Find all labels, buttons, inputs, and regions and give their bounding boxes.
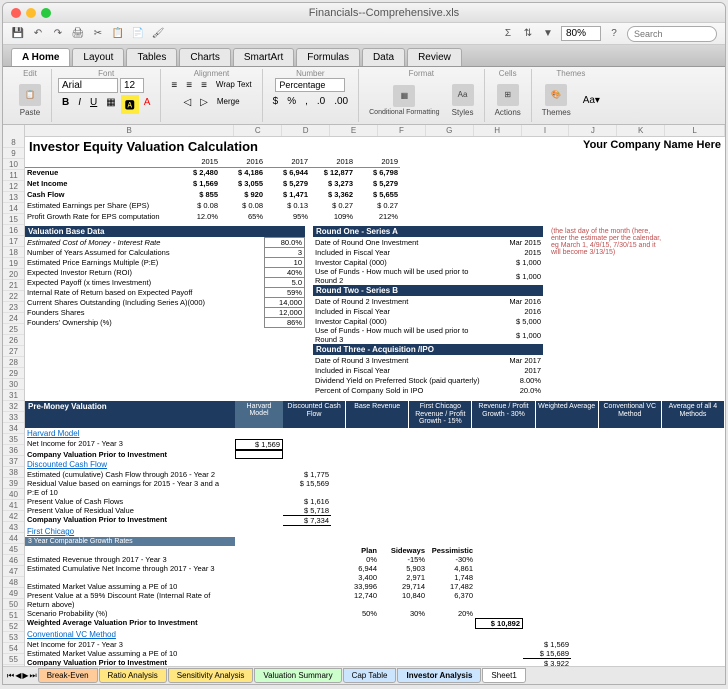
number-format-select[interactable]: Percentage	[275, 78, 345, 92]
wrap-text-button[interactable]: Wrap Text	[212, 78, 256, 93]
group-number-label: Number	[269, 69, 353, 78]
fill-color-button[interactable]: 🅰	[121, 95, 139, 114]
sheet-title: Investor Equity Valuation Calculation	[29, 139, 258, 154]
border-button[interactable]: ▦	[102, 95, 119, 114]
styles-button[interactable]: AaStyles	[448, 82, 478, 119]
close-icon[interactable]	[11, 8, 21, 18]
minimize-icon[interactable]	[26, 8, 36, 18]
group-font-label: Font	[58, 69, 154, 78]
row-headers: 8910111213141516171819202122232425262728…	[3, 125, 25, 666]
sheet-tab[interactable]: Ratio Analysis	[99, 668, 167, 683]
ribbon-tabs: A Home Layout Tables Charts SmartArt For…	[3, 45, 725, 67]
font-size-select[interactable]: 12	[120, 78, 144, 93]
r3-header: Round Three - Acquisition /IPO	[313, 344, 543, 355]
indent-left-icon[interactable]: ◁	[179, 95, 195, 110]
vbd-header: Valuation Base Data	[25, 226, 305, 237]
tab-tables[interactable]: Tables	[126, 48, 177, 66]
tab-smartart[interactable]: SmartArt	[233, 48, 294, 66]
align-right-icon[interactable]: ≡	[197, 78, 211, 93]
fc-link[interactable]: First Chicago	[25, 526, 725, 537]
align-left-icon[interactable]: ≡	[167, 78, 181, 93]
sheet-tabs: ⏮ ◀ ▶ ⏭ Break-Even Ratio Analysis Sensit…	[3, 666, 725, 684]
group-align-label: Alignment	[167, 69, 255, 78]
help-search[interactable]	[627, 26, 717, 42]
filter-icon[interactable]: ▼	[541, 27, 555, 41]
tab-nav-prev-icon[interactable]: ◀	[15, 671, 21, 680]
group-format-label: Format	[365, 69, 477, 78]
pmv-header: Pre-Money Valuation	[25, 401, 235, 428]
zoom-field[interactable]: 80%	[561, 26, 601, 41]
tab-charts[interactable]: Charts	[179, 48, 230, 66]
paste-icon[interactable]: 📄	[131, 27, 145, 41]
decimal-dec-icon[interactable]: .00	[330, 94, 352, 109]
tab-data[interactable]: Data	[362, 48, 405, 66]
ribbon: Edit 📋Paste Font Arial 12 B I U ▦ 🅰 A	[3, 67, 725, 125]
group-cells-label: Cells	[491, 69, 525, 78]
actions-button[interactable]: ⊞Actions	[491, 82, 525, 119]
comma-icon[interactable]: ,	[301, 94, 312, 109]
redo-icon[interactable]: ↷	[51, 27, 65, 41]
sheet-title-row: Investor Equity Valuation Calculation Yo…	[25, 137, 725, 156]
align-center-icon[interactable]: ≡	[182, 78, 196, 93]
column-headers: BCDEFGHIJKL	[25, 125, 725, 137]
theme-fonts-button[interactable]: Aa▾	[579, 93, 604, 108]
sum-icon[interactable]: Σ	[501, 27, 515, 41]
underline-button[interactable]: U	[86, 95, 101, 114]
tab-review[interactable]: Review	[407, 48, 462, 66]
tab-formulas[interactable]: Formulas	[296, 48, 360, 66]
quick-toolbar: 💾 ↶ ↷ 🖨 ✂ 📋 📄 🖌 Σ ⇅ ▼ 80% ?	[3, 23, 725, 45]
decimal-inc-icon[interactable]: .0	[313, 94, 329, 109]
summary-table: 20152016201720182019 Revenue$ 2,480$ 4,1…	[25, 156, 400, 222]
tab-layout[interactable]: Layout	[72, 48, 124, 66]
font-color-button[interactable]: A	[140, 95, 155, 114]
r2-table: Date of Round 2 InvestmentMar 2016Includ…	[313, 296, 543, 344]
help-icon[interactable]: ?	[607, 27, 621, 41]
cvc-link[interactable]: Conventional VC Method	[25, 629, 725, 640]
bold-button[interactable]: B	[58, 95, 73, 114]
indent-right-icon[interactable]: ▷	[196, 95, 212, 110]
r3-table: Date of Round 3 InvestmentMar 2017Includ…	[313, 355, 543, 395]
group-edit-label: Edit	[15, 69, 45, 78]
tab-nav-next-icon[interactable]: ▶	[22, 671, 28, 680]
r2-header: Round Two - Series B	[313, 285, 543, 296]
print-icon[interactable]: 🖨	[71, 27, 85, 41]
r1-table: Date of Round One InvestmentMar 2015Incl…	[313, 237, 543, 285]
group-themes-label: Themes	[538, 69, 604, 78]
tab-nav-first-icon[interactable]: ⏮	[7, 671, 14, 681]
sort-icon[interactable]: ⇅	[521, 27, 535, 41]
sheet-tab[interactable]: Break-Even	[38, 668, 98, 683]
tab-home[interactable]: A Home	[11, 48, 70, 66]
sheet-tab[interactable]: Valuation Summary	[254, 668, 341, 683]
method-columns: Discounted Cash FlowBase RevenueFirst Ch…	[283, 401, 725, 428]
hm-link[interactable]: Harvard Model	[25, 428, 725, 439]
company-name: Your Company Name Here	[583, 139, 721, 154]
font-name-select[interactable]: Arial	[58, 78, 118, 93]
sheet-tab[interactable]: Sensitivity Analysis	[168, 668, 254, 683]
merge-button[interactable]: Merge	[213, 95, 244, 110]
cond-format-button[interactable]: ▦Conditional Formatting	[365, 83, 443, 118]
copy-icon[interactable]: 📋	[111, 27, 125, 41]
cut-icon[interactable]: ✂	[91, 27, 105, 41]
currency-icon[interactable]: $	[269, 94, 283, 109]
format-painter-icon[interactable]: 🖌	[151, 27, 165, 41]
spreadsheet-grid[interactable]: 8910111213141516171819202122232425262728…	[3, 125, 725, 666]
tab-nav-last-icon[interactable]: ⏭	[30, 671, 37, 681]
side-note: (the last day of the month (here, enter …	[549, 226, 669, 395]
fc-sub: 3 Year Comparable Growth Rates	[25, 537, 235, 546]
vbd-table: Estimated Cost of Money - Interest Rate8…	[25, 237, 305, 328]
undo-icon[interactable]: ↶	[31, 27, 45, 41]
save-icon[interactable]: 💾	[11, 27, 25, 41]
titlebar: Financials--Comprehensive.xls	[3, 3, 725, 23]
dcf-link[interactable]: Discounted Cash Flow	[25, 459, 725, 470]
zoom-icon[interactable]	[41, 8, 51, 18]
themes-button[interactable]: 🎨Themes	[538, 82, 575, 119]
percent-icon[interactable]: %	[283, 94, 300, 109]
italic-button[interactable]: I	[74, 95, 85, 114]
sheet-tab[interactable]: Sheet1	[482, 668, 525, 683]
sheet-tab[interactable]: Cap Table	[343, 668, 397, 683]
window-title: Financials--Comprehensive.xls	[51, 7, 717, 19]
r1-header: Round One - Series A	[313, 226, 543, 237]
paste-button[interactable]: 📋Paste	[15, 82, 45, 119]
sheet-tab[interactable]: Investor Analysis	[397, 668, 481, 683]
